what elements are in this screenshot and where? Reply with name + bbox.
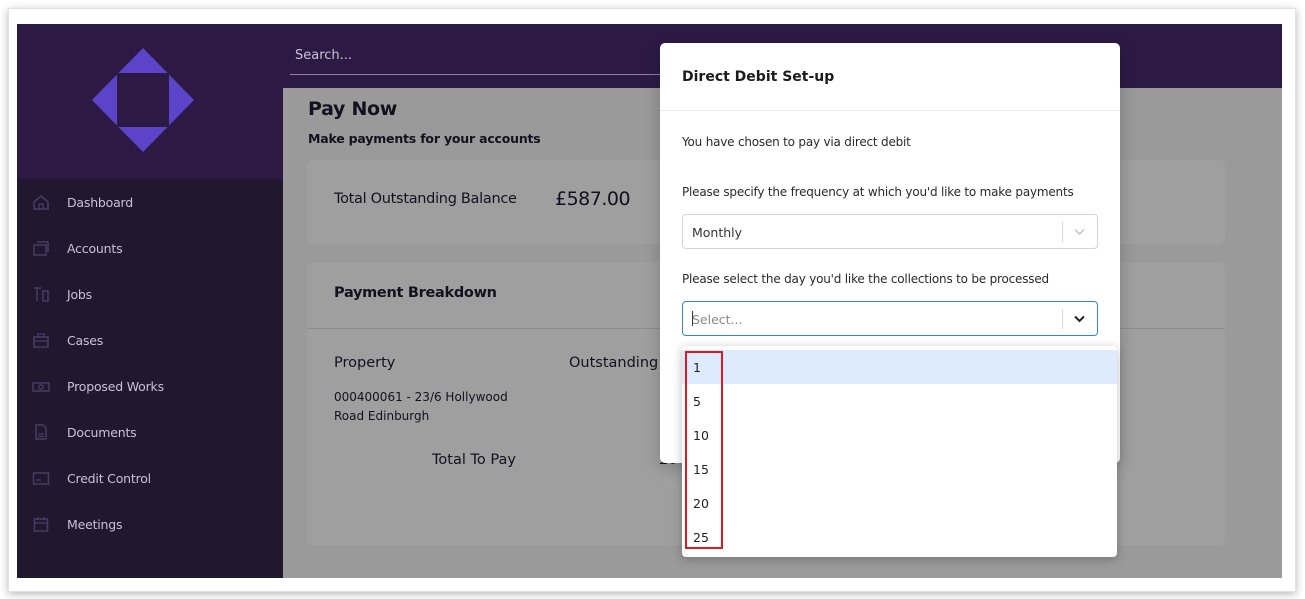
option-label: 1 — [693, 359, 701, 375]
sidebar-item-label: Cases — [67, 332, 104, 348]
sidebar-item-jobs[interactable]: Jobs — [17, 271, 283, 317]
page-title: Pay Now — [308, 98, 398, 120]
home-icon — [33, 195, 49, 210]
modal-intro-text: You have chosen to pay via direct debit — [682, 135, 911, 149]
sidebar-item-cases[interactable]: Cases — [17, 317, 283, 363]
briefcase-icon — [33, 333, 49, 348]
sidebar-item-label: Jobs — [67, 286, 92, 302]
select-separator — [1062, 222, 1063, 242]
sidebar: Dashboard Accounts Jobs Cases Proposed W… — [17, 24, 283, 578]
sidebar-item-label: Credit Control — [67, 470, 151, 486]
option-label: 25 — [693, 529, 709, 545]
dropdown-option[interactable]: 1 — [682, 350, 1117, 384]
dropdown-option[interactable]: 25 — [682, 520, 1117, 554]
works-icon — [32, 382, 50, 392]
brand-logo — [92, 48, 194, 152]
sidebar-item-meetings[interactable]: Meetings — [17, 501, 283, 547]
frequency-value: Monthly — [692, 225, 743, 240]
option-label: 5 — [693, 393, 701, 409]
jobs-icon — [34, 287, 49, 302]
sidebar-item-label: Proposed Works — [67, 378, 164, 394]
modal-title: Direct Debit Set-up — [660, 43, 1120, 111]
collection-day-placeholder: Select... — [692, 312, 743, 327]
sidebar-item-label: Documents — [67, 424, 137, 440]
property-line-2: Road Edinburgh — [334, 409, 430, 423]
chevron-down-icon[interactable] — [1072, 311, 1087, 326]
calendar-icon — [33, 517, 49, 532]
property-line-1: 000400061 - 23/6 Hollywood — [334, 390, 508, 404]
accounts-icon — [33, 241, 49, 256]
frequency-label: Please specify the frequency at which yo… — [682, 185, 1074, 199]
column-header-outstanding: Outstanding A — [569, 355, 673, 371]
sidebar-item-proposed-works[interactable]: Proposed Works — [17, 363, 283, 409]
credit-card-icon — [32, 472, 50, 485]
page-subtitle: Make payments for your accounts — [308, 131, 541, 146]
sidebar-item-label: Meetings — [67, 516, 123, 532]
logo-area — [17, 24, 283, 179]
sidebar-item-accounts[interactable]: Accounts — [17, 225, 283, 271]
breakdown-title: Payment Breakdown — [334, 285, 497, 301]
dropdown-option[interactable]: 20 — [682, 486, 1117, 520]
sidebar-item-label: Accounts — [67, 240, 123, 256]
chevron-down-icon[interactable] — [1072, 224, 1087, 239]
column-header-property: Property — [334, 355, 396, 371]
sidebar-item-documents[interactable]: Documents — [17, 409, 283, 455]
sidebar-nav: Dashboard Accounts Jobs Cases Proposed W… — [17, 179, 283, 547]
dropdown-option[interactable]: 15 — [682, 452, 1117, 486]
dropdown-option[interactable]: 10 — [682, 418, 1117, 452]
dropdown-option[interactable]: 5 — [682, 384, 1117, 418]
total-to-pay-label: Total To Pay — [432, 452, 516, 468]
document-icon — [35, 424, 47, 440]
app-window: Dashboard Accounts Jobs Cases Proposed W… — [17, 24, 1282, 578]
option-label: 15 — [693, 461, 709, 477]
collection-day-label: Please select the day you'd like the col… — [682, 272, 1049, 286]
balance-label: Total Outstanding Balance — [334, 191, 517, 207]
frequency-select[interactable]: Monthly — [682, 214, 1098, 249]
option-label: 20 — [693, 495, 709, 511]
option-label: 10 — [693, 427, 709, 443]
sidebar-item-credit-control[interactable]: Credit Control — [17, 455, 283, 501]
collection-day-dropdown: 1 5 10 15 20 25 — [682, 346, 1117, 557]
balance-value: £587.00 — [555, 188, 631, 210]
collection-day-select[interactable]: Select... — [682, 301, 1098, 336]
select-separator — [1062, 309, 1063, 329]
sidebar-item-label: Dashboard — [67, 194, 134, 210]
sidebar-item-dashboard[interactable]: Dashboard — [17, 179, 283, 225]
